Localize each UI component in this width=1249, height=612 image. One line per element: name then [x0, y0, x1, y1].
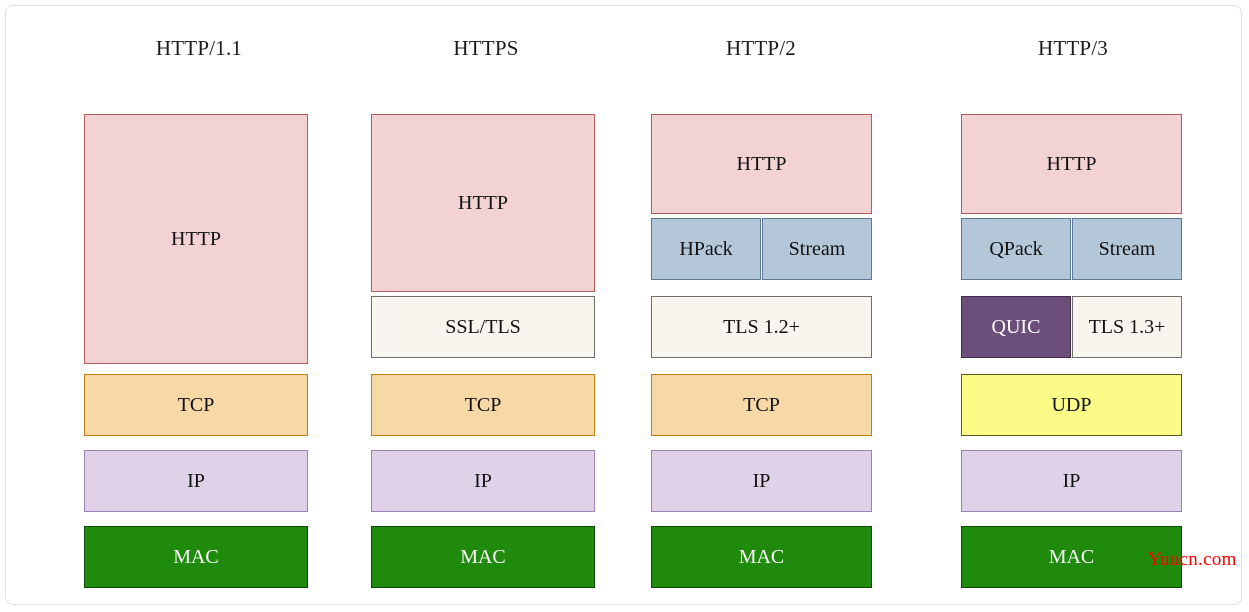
block-http3-tls13[interactable]: TLS 1.3+: [1072, 296, 1182, 359]
block-label: HTTP: [651, 114, 872, 214]
block-label: QPack: [961, 218, 1071, 280]
block-label: MAC: [84, 526, 308, 588]
block-label: Stream: [1072, 218, 1182, 280]
block-label: MAC: [371, 526, 595, 588]
block-http11-mac[interactable]: MAC: [84, 526, 308, 589]
block-http3-qpack[interactable]: QPack: [961, 218, 1071, 281]
block-label: HTTP: [371, 114, 595, 292]
block-http2-tls12[interactable]: TLS 1.2+: [651, 296, 872, 359]
block-label: TLS 1.3+: [1072, 296, 1182, 358]
block-http2-stream[interactable]: Stream: [762, 218, 872, 281]
watermark-yuucn: Yuucn.com: [1148, 549, 1237, 570]
block-https-tcp[interactable]: TCP: [371, 374, 595, 437]
block-label: IP: [651, 450, 872, 512]
block-label: TCP: [371, 374, 595, 436]
block-http2-mac[interactable]: MAC: [651, 526, 872, 589]
block-http2-hpack[interactable]: HPack: [651, 218, 761, 281]
column-title-http2: HTTP/2: [725, 36, 797, 60]
block-http11-http[interactable]: HTTP: [84, 114, 309, 364]
block-label: Stream: [762, 218, 872, 280]
column-title-http3: HTTP/3: [1037, 36, 1109, 60]
block-label: SSL/TLS: [371, 296, 595, 358]
diagram-canvas: HTTP/1.1 HTTPS HTTP/2 HTTP/3 HTTP TCP IP: [5, 5, 1242, 605]
block-http2-tcp[interactable]: TCP: [651, 374, 872, 437]
block-https-http[interactable]: HTTP: [371, 114, 595, 293]
column-title-https: HTTPS: [453, 36, 519, 60]
block-http2-ip[interactable]: IP: [651, 450, 872, 513]
block-label: HTTP: [961, 114, 1182, 214]
block-http2-http[interactable]: HTTP: [651, 114, 872, 215]
block-http3-udp[interactable]: UDP: [961, 374, 1182, 437]
block-label: TCP: [651, 374, 872, 436]
block-label: HTTP: [84, 114, 308, 364]
block-http3-ip[interactable]: IP: [961, 450, 1182, 513]
block-label: TCP: [84, 374, 308, 436]
block-http3-quic[interactable]: QUIC: [961, 296, 1071, 359]
block-http11-ip[interactable]: IP: [84, 450, 308, 513]
block-http3-http[interactable]: HTTP: [961, 114, 1182, 215]
column-title-http11: HTTP/1.1: [155, 36, 243, 60]
block-http11-tcp[interactable]: TCP: [84, 374, 308, 437]
block-label: IP: [961, 450, 1182, 512]
block-label: QUIC: [961, 296, 1071, 358]
block-https-mac[interactable]: MAC: [371, 526, 595, 589]
block-label: TLS 1.2+: [651, 296, 872, 358]
block-label: IP: [84, 450, 308, 512]
block-label: MAC: [651, 526, 872, 588]
block-label: HPack: [651, 218, 761, 280]
block-https-ssl-tls[interactable]: SSL/TLS: [371, 296, 595, 359]
block-label: IP: [371, 450, 595, 512]
block-https-ip[interactable]: IP: [371, 450, 595, 513]
block-http3-stream[interactable]: Stream: [1072, 218, 1182, 281]
block-label: UDP: [961, 374, 1182, 436]
